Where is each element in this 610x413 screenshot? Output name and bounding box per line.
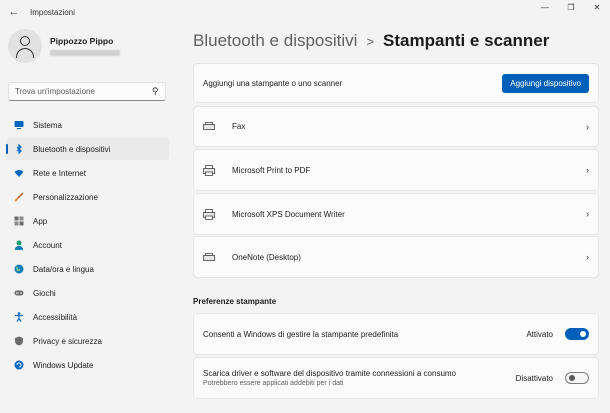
printer-icon <box>203 164 217 176</box>
close-icon: ✕ <box>593 2 601 12</box>
add-printer-label: Aggiungi una stampante o uno scanner <box>203 78 343 88</box>
minimize-button[interactable]: — <box>532 0 558 14</box>
sidebar-item-rete[interactable]: Rete e Internet <box>6 162 169 184</box>
profile-email-redacted <box>50 50 120 56</box>
update-icon <box>14 360 24 370</box>
sidebar-item-sistema[interactable]: Sistema <box>6 114 169 136</box>
sidebar-item-label: Windows Update <box>33 360 94 370</box>
chevron-right-icon: › <box>586 121 589 132</box>
printer-item[interactable]: Fax › <box>193 106 599 147</box>
sidebar-nav: Sistema Bluetooth e dispositivi Rete e I… <box>6 114 169 378</box>
setting-label: Scarica driver e software del dispositiv… <box>203 369 457 378</box>
shield-icon <box>14 336 24 346</box>
arrow-left-icon: ← <box>8 6 20 18</box>
sidebar-item-label: Accessibilità <box>33 312 78 322</box>
sidebar-item-label: Giochi <box>33 288 56 298</box>
close-button[interactable]: ✕ <box>584 0 610 14</box>
chevron-right-icon: › <box>586 165 589 175</box>
setting-description: Potrebbero essere applicati addebiti per… <box>203 380 344 387</box>
user-profile[interactable]: Pippozzo Pippo <box>8 29 120 63</box>
maximize-button[interactable]: ❐ <box>558 0 584 14</box>
sidebar-item-label: App <box>33 216 48 226</box>
apps-icon <box>14 216 24 226</box>
printer-name: OneNote (Desktop) <box>232 252 301 262</box>
globe-clock-icon <box>14 264 24 274</box>
default-printer-toggle[interactable] <box>565 328 589 340</box>
sidebar-item-label: Data/ora e lingua <box>33 264 94 274</box>
bluetooth-icon <box>14 144 24 154</box>
back-button[interactable]: ← <box>3 1 25 23</box>
account-icon <box>14 240 24 250</box>
add-device-button[interactable]: Aggiungi dispositivo <box>502 73 589 93</box>
add-printer-card: Aggiungi una stampante o uno scanner Agg… <box>193 63 599 103</box>
sidebar-item-label: Privacy e sicurezza <box>33 336 102 346</box>
search-box[interactable]: ⚲ <box>8 82 166 101</box>
restore-icon: ❐ <box>567 2 575 12</box>
wifi-icon <box>14 168 24 178</box>
printer-icon <box>203 208 217 220</box>
sidebar-item-privacy[interactable]: Privacy e sicurezza <box>6 330 169 352</box>
printer-item[interactable]: Microsoft XPS Document Writer › <box>193 193 599 235</box>
avatar <box>8 29 42 63</box>
chevron-right-icon: > <box>366 33 375 49</box>
printer-item[interactable]: OneNote (Desktop) › <box>193 236 599 278</box>
toggle-state: Disattivato <box>515 373 553 383</box>
metered-download-setting: Scarica driver e software del dispositiv… <box>193 357 599 399</box>
page-title: Stampanti e scanner <box>383 31 550 50</box>
sidebar-item-app[interactable]: App <box>6 210 169 232</box>
sidebar-item-account[interactable]: Account <box>6 234 169 256</box>
sidebar-item-label: Bluetooth e dispositivi <box>33 144 111 154</box>
search-icon[interactable]: ⚲ <box>152 86 159 97</box>
sidebar-item-label: Account <box>33 240 62 250</box>
breadcrumb-parent[interactable]: Bluetooth e dispositivi <box>193 31 357 51</box>
sidebar-item-label: Personalizzazione <box>33 192 98 202</box>
accessibility-icon <box>14 312 24 322</box>
chevron-right-icon: › <box>586 252 589 262</box>
sidebar-item-label: Sistema <box>33 120 62 130</box>
sidebar-item-accessibilita[interactable]: Accessibilità <box>6 306 169 328</box>
monitor-icon <box>14 120 24 130</box>
fax-icon <box>203 122 217 131</box>
default-printer-setting: Consenti a Windows di gestire la stampan… <box>193 313 599 355</box>
printer-name: Microsoft XPS Document Writer <box>232 209 345 219</box>
printer-name: Fax <box>232 122 246 131</box>
setting-label: Consenti a Windows di gestire la stampan… <box>203 329 399 339</box>
sidebar-item-bluetooth[interactable]: Bluetooth e dispositivi <box>6 138 169 160</box>
search-input[interactable] <box>15 87 153 96</box>
app-title: Impostazioni <box>30 7 75 17</box>
printer-item[interactable]: Microsoft Print to PDF › <box>193 149 599 191</box>
printer-icon <box>203 252 217 262</box>
gamepad-icon <box>14 288 24 298</box>
title-bar: ← Impostazioni — ❐ ✕ <box>0 0 610 24</box>
minimize-icon: — <box>541 2 549 12</box>
profile-name: Pippozzo Pippo <box>50 36 114 46</box>
sidebar-item-windows-update[interactable]: Windows Update <box>6 354 169 376</box>
sidebar-item-label: Rete e Internet <box>33 168 86 178</box>
brush-icon <box>14 192 24 202</box>
breadcrumb: Bluetooth e dispositivi > Stampanti e sc… <box>193 31 549 51</box>
printer-name: Microsoft Print to PDF <box>232 165 311 175</box>
section-title: Preferenze stampante <box>193 297 277 306</box>
window-controls: — ❐ ✕ <box>532 0 610 14</box>
sidebar-item-data-ora[interactable]: Data/ora e lingua <box>6 258 169 280</box>
sidebar-item-giochi[interactable]: Giochi <box>6 282 169 304</box>
chevron-right-icon: › <box>586 209 589 219</box>
toggle-state: Attivato <box>526 329 553 339</box>
metered-download-toggle[interactable] <box>565 372 589 384</box>
sidebar-item-personalizzazione[interactable]: Personalizzazione <box>6 186 169 208</box>
